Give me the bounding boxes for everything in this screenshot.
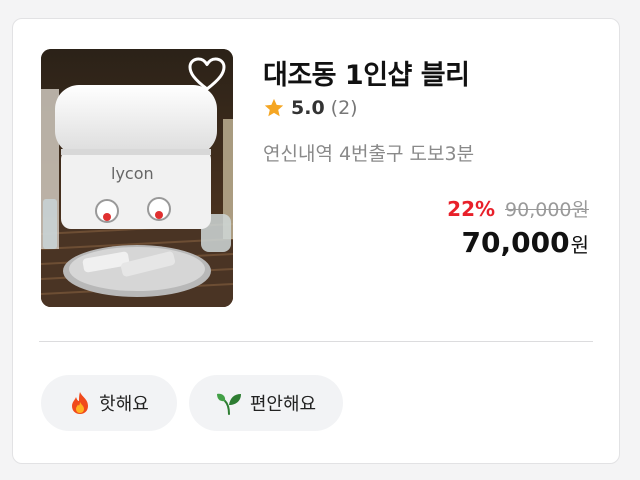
review-count: (2) — [330, 97, 358, 119]
tag-hot[interactable]: 핫해요 — [41, 375, 177, 431]
listing-card[interactable]: lycon 대조동 1인샵 블리 5.0 (2) 연신내역 4번출구 도보3분 … — [12, 18, 620, 464]
currency-unit: 원 — [570, 233, 589, 257]
sale-price: 70,000 — [461, 226, 570, 259]
rating-score: 5.0 — [291, 97, 325, 119]
rating: 5.0 (2) — [263, 97, 358, 119]
tag-comfortable[interactable]: 편안해요 — [189, 375, 343, 431]
fire-icon — [72, 392, 89, 414]
discount-row: 22% 90,000원 — [447, 195, 589, 222]
brand-text: lycon — [111, 164, 154, 183]
sprout-icon — [216, 393, 241, 415]
divider — [39, 341, 593, 342]
shop-title[interactable]: 대조동 1인샵 블리 — [263, 53, 470, 92]
original-price: 90,000원 — [505, 199, 589, 221]
tag-label: 편안해요 — [249, 394, 317, 415]
heart-icon[interactable] — [188, 57, 226, 93]
star-icon — [264, 98, 284, 117]
discount-rate: 22% — [447, 197, 496, 221]
sale-price-row: 70,000 원 — [462, 226, 589, 259]
tag-label: 핫해요 — [99, 394, 149, 415]
location-text: 연신내역 4번출구 도보3분 — [263, 143, 475, 165]
